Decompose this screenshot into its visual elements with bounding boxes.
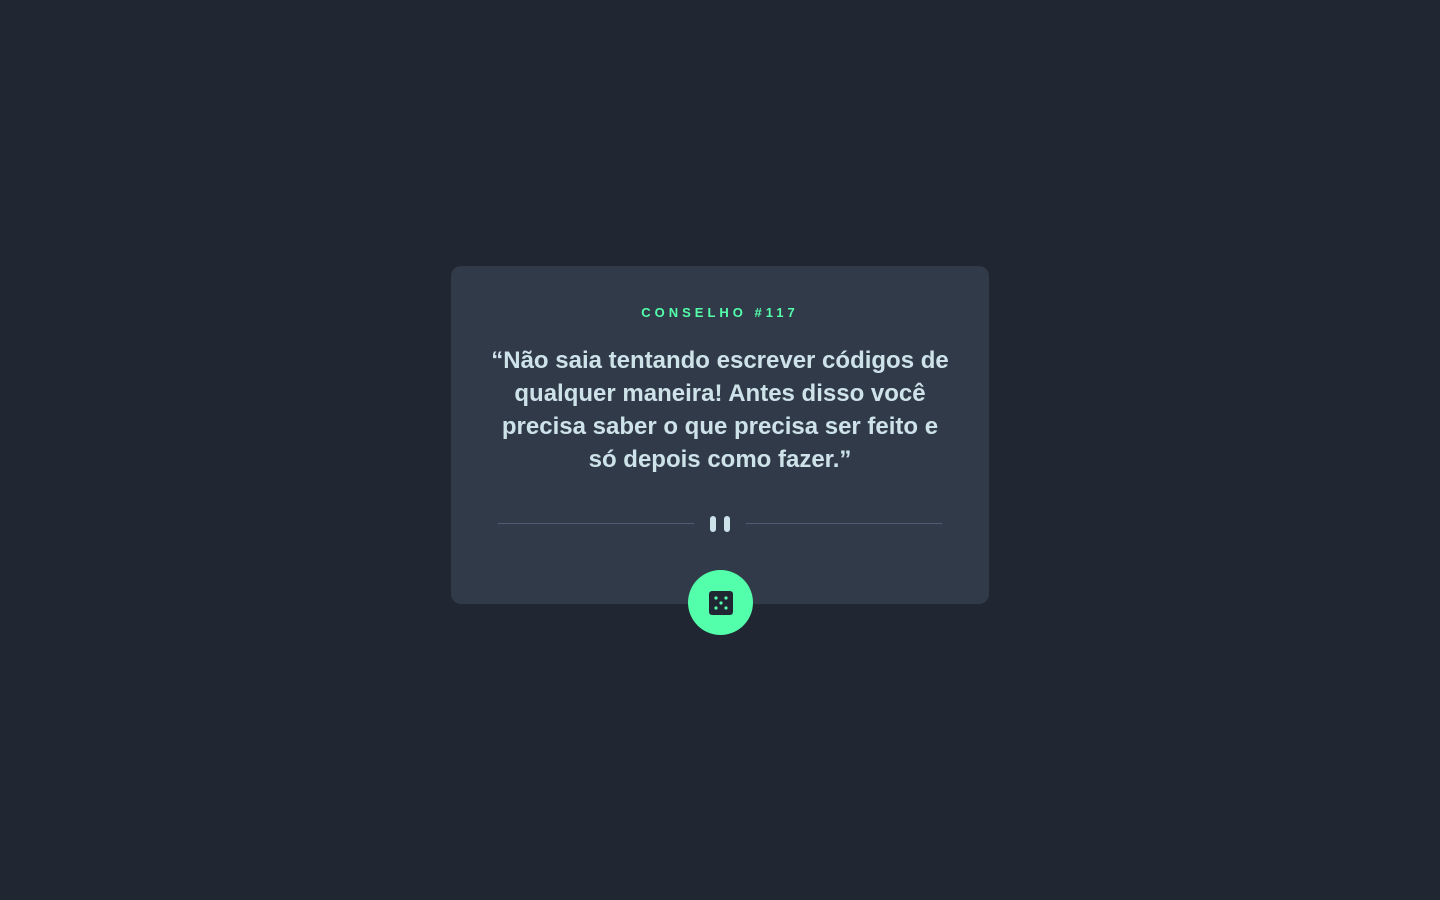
divider-line-left	[498, 523, 694, 524]
advice-quote: “Não saia tentando escrever códigos de q…	[491, 347, 949, 473]
advice-id-label: CONSELHO #117	[641, 305, 799, 320]
dice-icon	[708, 590, 733, 615]
page: CONSELHO #117 “Não saia tentando escreve…	[0, 0, 1440, 900]
divider	[498, 515, 942, 533]
new-advice-button[interactable]	[688, 570, 753, 635]
pause-bar-left	[710, 516, 716, 532]
advice-card: CONSELHO #117 “Não saia tentando escreve…	[451, 266, 989, 604]
pause-icon	[710, 515, 730, 533]
divider-line-right	[746, 523, 942, 524]
pause-bar-right	[724, 516, 730, 532]
